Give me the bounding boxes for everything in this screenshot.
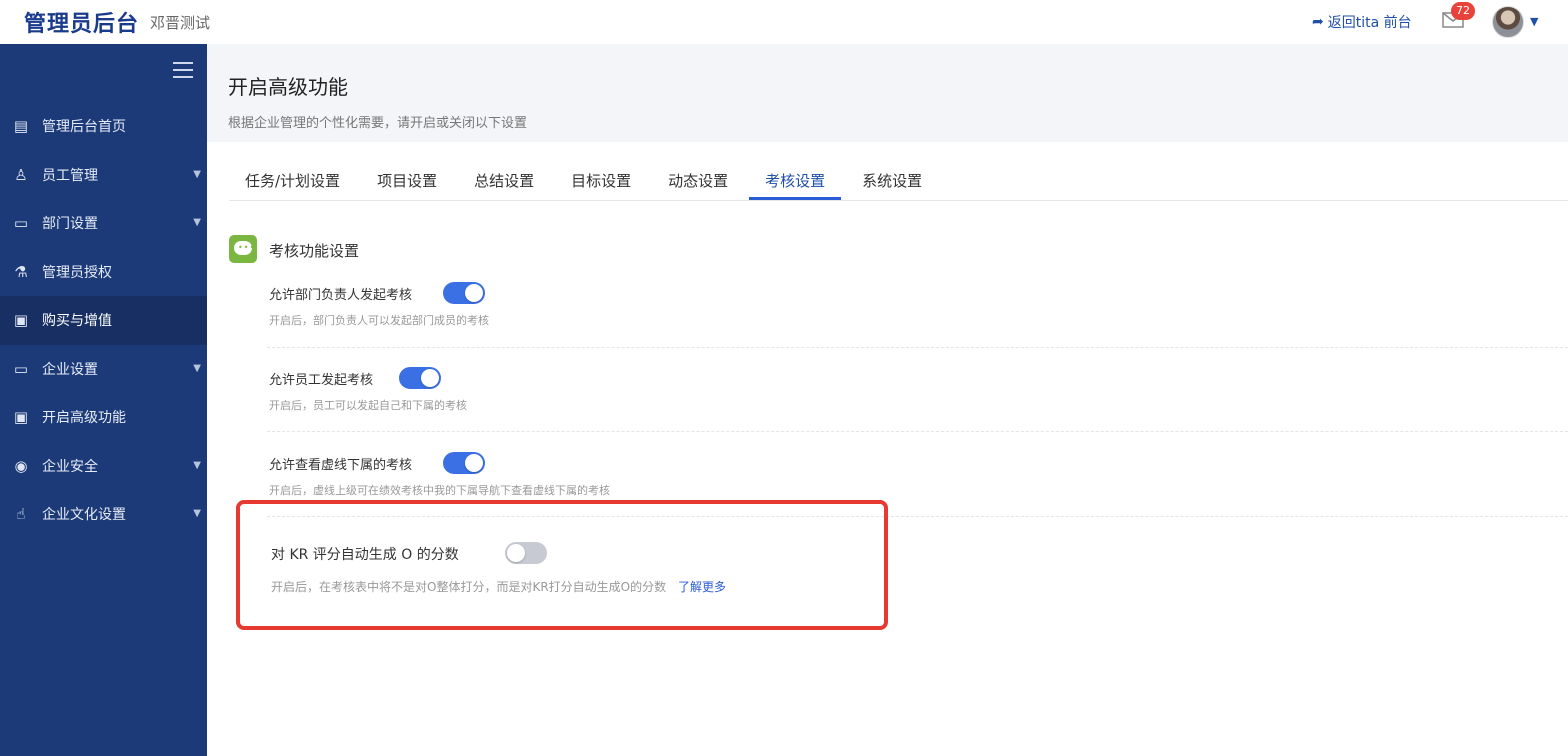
user-menu-caret-icon[interactable]: ▼ (1530, 15, 1538, 28)
chevron-down-icon: ▼ (193, 459, 201, 471)
chat-bubble-icon: ••• (229, 235, 257, 263)
sidebar-item-admin-auth[interactable]: ⚗ 管理员授权 (0, 248, 207, 297)
settings-tabs: 任务/计划设置 项目设置 总结设置 目标设置 动态设置 考核设置 系统设置 (229, 162, 943, 200)
document-icon: ▭ (13, 214, 29, 233)
sidebar-nav: ▤ 管理后台首页 ♙ 员工管理 ▼ ▭ 部门设置 ▼ ⚗ 管理员授权 ▣ 购买与… (0, 102, 207, 539)
highlight-box (236, 500, 888, 630)
page-title: 开启高级功能 (228, 75, 348, 99)
book-icon: ▣ (13, 408, 29, 427)
chevron-down-icon: ▼ (193, 362, 201, 374)
page-header: 开启高级功能 根据企业管理的个性化需要，请开启或关闭以下设置 (207, 44, 1568, 142)
sidebar-item-admin-home[interactable]: ▤ 管理后台首页 (0, 102, 207, 151)
shield-icon: ◉ (14, 456, 28, 475)
tab-system[interactable]: 系统设置 (846, 162, 938, 200)
sidebar: ▤ 管理后台首页 ♙ 员工管理 ▼ ▭ 部门设置 ▼ ⚗ 管理员授权 ▣ 购买与… (0, 44, 207, 756)
book-icon: ▣ (13, 311, 29, 330)
tab-tasks[interactable]: 任务/计划设置 (229, 162, 356, 200)
sidebar-item-label: 企业安全 (42, 458, 98, 475)
sidebar-item-culture[interactable]: ☝ 企业文化设置 ▼ (0, 490, 207, 539)
setting-description: 开启后，虚线上级可在绩效考核中我的下属导航下查看虚线下属的考核 (269, 484, 610, 497)
divider (267, 431, 1568, 432)
app-title: 管理员后台 (24, 12, 140, 37)
setting-label: 允许员工发起考核 (269, 373, 374, 388)
hand-icon: ☝ (16, 505, 26, 524)
dashboard-icon: ▤ (13, 117, 29, 136)
back-link-label: 返回tita 前台 (1327, 15, 1412, 31)
mail-count-badge: 72 (1451, 2, 1475, 20)
tenant-name: 邓晋测试 (150, 14, 211, 32)
chevron-down-icon: ▼ (193, 217, 201, 228)
tabs-divider (229, 200, 1568, 201)
sidebar-item-label: 管理员授权 (42, 264, 112, 281)
sidebar-item-employees[interactable]: ♙ 员工管理 ▼ (0, 151, 207, 200)
setting-description: 开启后，部门负责人可以发起部门成员的考核 (269, 314, 489, 327)
tab-goals[interactable]: 目标设置 (555, 162, 647, 200)
tab-projects[interactable]: 项目设置 (361, 162, 453, 200)
sidebar-item-label: 购买与增值 (42, 313, 112, 330)
user-list-icon: ♙ (14, 165, 28, 184)
sidebar-item-advanced-features[interactable]: ▣ 开启高级功能 (0, 393, 207, 442)
divider (267, 347, 1568, 348)
sidebar-item-company-settings[interactable]: ▭ 企业设置 ▼ (0, 345, 207, 394)
allow-employee-toggle[interactable] (399, 367, 441, 389)
sidebar-item-label: 开启高级功能 (42, 410, 126, 427)
sidebar-item-label: 企业设置 (42, 361, 98, 378)
sidebar-item-label: 管理后台首页 (42, 119, 126, 136)
setting-label: 允许查看虚线下属的考核 (269, 458, 413, 473)
setting-description: 开启后，员工可以发起自己和下属的考核 (269, 399, 467, 412)
settings-panel: 任务/计划设置 项目设置 总结设置 目标设置 动态设置 考核设置 系统设置 ••… (207, 142, 1568, 756)
back-to-frontend-link[interactable]: ➦ 返回tita 前台 (1312, 12, 1412, 32)
avatar[interactable] (1492, 6, 1524, 38)
top-bar: 管理员后台 邓晋测试 ➦ 返回tita 前台 72 ▼ (0, 0, 1568, 44)
chevron-down-icon: ▼ (193, 508, 201, 519)
flask-icon: ⚗ (14, 262, 28, 281)
chevron-down-icon: ▼ (193, 168, 201, 180)
tab-summaries[interactable]: 总结设置 (458, 162, 550, 200)
sidebar-item-label: 部门设置 (42, 216, 98, 233)
reply-arrow-icon: ➦ (1312, 14, 1324, 30)
sidebar-item-departments[interactable]: ▭ 部门设置 ▼ (0, 199, 207, 248)
sidebar-item-label: 员工管理 (42, 167, 98, 184)
allow-dotted-line-toggle[interactable] (443, 452, 485, 474)
sidebar-item-security[interactable]: ◉ 企业安全 ▼ (0, 442, 207, 491)
setting-label: 允许部门负责人发起考核 (269, 288, 413, 303)
section-title: 考核功能设置 (269, 242, 360, 260)
tab-assessment[interactable]: 考核设置 (749, 162, 842, 200)
allow-dept-head-toggle[interactable] (443, 282, 485, 304)
menu-toggle-icon[interactable] (173, 62, 193, 78)
tab-feeds[interactable]: 动态设置 (652, 162, 744, 200)
page-description: 根据企业管理的个性化需要，请开启或关闭以下设置 (228, 116, 528, 131)
sidebar-item-purchase[interactable]: ▣ 购买与增值 (0, 296, 207, 345)
sidebar-item-label: 企业文化设置 (42, 507, 126, 524)
monitor-icon: ▭ (13, 359, 29, 378)
